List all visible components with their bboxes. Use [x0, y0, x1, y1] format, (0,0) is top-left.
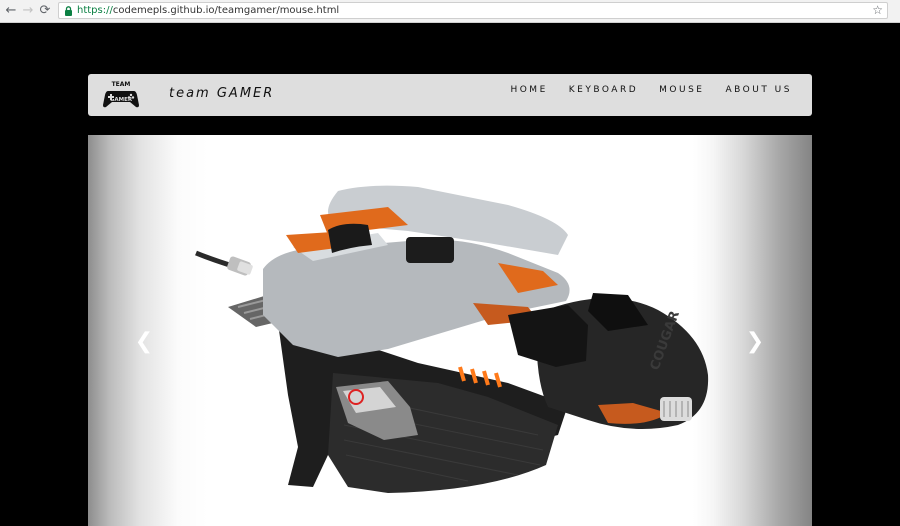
url-scheme: https://: [77, 5, 113, 16]
address-bar[interactable]: https://codemepls.github.io/teamgamer/mo…: [58, 2, 888, 19]
url-text[interactable]: https://codemepls.github.io/teamgamer/mo…: [77, 4, 339, 18]
bookmark-star-icon[interactable]: ☆: [872, 3, 883, 18]
browser-toolbar: ← → ⟳ https://codemepls.github.io/teamga…: [0, 0, 900, 23]
image-carousel: COUGAR ❮ ❯: [88, 135, 812, 526]
site-brand[interactable]: team GAMER: [169, 86, 274, 101]
nav-link-mouse[interactable]: MOUSE: [659, 85, 704, 95]
page-content: TEAM GAMER team GAMER HOME KEYBOARD MOUS…: [0, 23, 900, 526]
lock-icon: [65, 6, 72, 16]
logo-text-top: TEAM: [112, 81, 131, 88]
nav-links: HOME KEYBOARD MOUSE ABOUT US: [510, 85, 792, 95]
forward-arrow-icon[interactable]: →: [21, 4, 35, 18]
gaming-mouse-image: COUGAR: [195, 185, 709, 493]
chevron-left-icon: ❮: [134, 329, 154, 354]
nav-link-home[interactable]: HOME: [510, 85, 547, 95]
team-gamer-logo[interactable]: TEAM GAMER: [102, 77, 140, 113]
chevron-right-icon: ❯: [745, 329, 765, 354]
reload-icon[interactable]: ⟳: [38, 4, 52, 18]
back-arrow-icon[interactable]: ←: [4, 4, 18, 18]
carousel-next-arrow[interactable]: ❯: [745, 330, 765, 354]
url-path: codemepls.github.io/teamgamer/mouse.html: [112, 5, 340, 16]
logo-text-bottom: GAMER: [110, 97, 133, 103]
nav-link-about-us[interactable]: ABOUT US: [725, 85, 792, 95]
nav-link-keyboard[interactable]: KEYBOARD: [569, 85, 638, 95]
carousel-prev-arrow[interactable]: ❮: [134, 330, 154, 354]
site-navbar: TEAM GAMER team GAMER HOME KEYBOARD MOUS…: [88, 74, 812, 116]
